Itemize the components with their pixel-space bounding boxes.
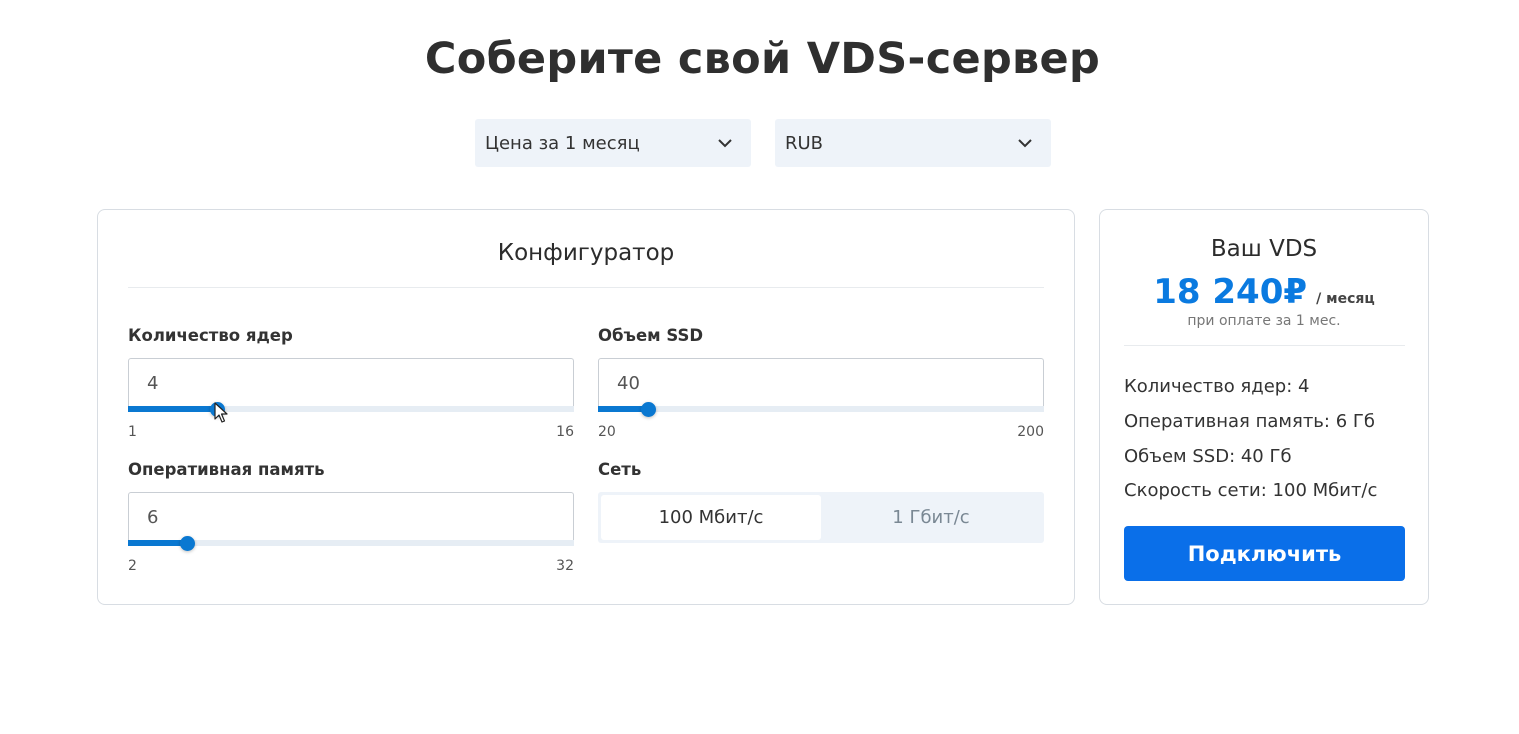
ram-min: 2 — [128, 558, 137, 574]
currency-select-value: RUB — [785, 132, 824, 154]
configurator-heading: Конфигуратор — [497, 240, 675, 266]
network-label: Сеть — [598, 460, 642, 479]
ssd-field: Объем SSD 40 20 200 — [598, 324, 1044, 440]
ram-max: 32 — [556, 558, 574, 574]
divider — [128, 287, 1044, 288]
summary-card: Ваш VDS 18 240₽ / месяц при оплате за 1 … — [1099, 209, 1429, 605]
spec-cores: Количество ядер: 4 — [1124, 376, 1310, 397]
ram-field: Оперативная память 6 2 32 — [128, 458, 574, 574]
configurator-card: Конфигуратор Количество ядер 4 1 16 Объе… — [97, 209, 1075, 605]
ssd-label: Объем SSD — [598, 326, 704, 345]
ram-label: Оперативная память — [128, 460, 325, 479]
cores-max: 16 — [556, 424, 574, 440]
network-option-100mbit[interactable]: 100 Мбит/с — [601, 495, 821, 540]
ram-input[interactable]: 6 — [128, 492, 574, 542]
spec-ram: Оперативная память: 6 Гб — [1124, 411, 1375, 432]
period-select[interactable]: Цена за 1 месяц — [475, 119, 751, 167]
currency-select[interactable]: RUB — [775, 119, 1051, 167]
network-field: Сеть 100 Мбит/с 1 Гбит/с — [598, 458, 1044, 543]
cores-input[interactable]: 4 — [128, 358, 574, 408]
cores-slider-handle[interactable] — [210, 402, 226, 417]
period-select-value: Цена за 1 месяц — [485, 132, 640, 154]
chevron-down-icon — [718, 139, 732, 148]
page-title: Соберите свой VDS-сервер — [424, 34, 1101, 84]
ssd-input[interactable]: 40 — [598, 358, 1044, 408]
cores-slider-fill — [128, 406, 218, 412]
price-row: 18 240₽ / месяц — [1100, 272, 1428, 312]
ram-slider-handle[interactable] — [180, 536, 196, 551]
cores-field: Количество ядер 4 1 16 — [128, 324, 574, 440]
cores-label: Количество ядер — [128, 326, 293, 345]
network-toggle: 100 Мбит/с 1 Гбит/с — [598, 492, 1044, 543]
chevron-down-icon — [1018, 139, 1032, 148]
network-option-1gbit[interactable]: 1 Гбит/с — [821, 495, 1041, 540]
ssd-range: 20 200 — [598, 424, 1044, 440]
spec-network: Скорость сети: 100 Мбит/с — [1124, 480, 1378, 501]
divider — [1124, 345, 1405, 346]
ssd-slider[interactable] — [598, 402, 1044, 417]
cores-slider[interactable] — [128, 402, 574, 417]
spec-ssd: Объем SSD: 40 Гб — [1124, 446, 1292, 467]
price-note: при оплате за 1 мес. — [1187, 313, 1341, 329]
ssd-max: 200 — [1017, 424, 1044, 440]
cores-min: 1 — [128, 424, 137, 440]
ssd-slider-handle[interactable] — [640, 402, 656, 417]
price-value: 18 240 — [1153, 272, 1284, 312]
summary-title: Ваш VDS — [1210, 236, 1318, 262]
price-period: / месяц — [1316, 291, 1375, 307]
ruble-sign: ₽ — [1283, 272, 1308, 312]
cores-range: 1 16 — [128, 424, 574, 440]
page: Соберите свой VDS-сервер Цена за 1 месяц… — [0, 0, 1519, 734]
connect-button[interactable]: Подключить — [1124, 526, 1405, 581]
ram-slider-fill — [128, 540, 188, 546]
ram-range: 2 32 — [128, 558, 574, 574]
ssd-min: 20 — [598, 424, 616, 440]
ram-slider[interactable] — [128, 536, 574, 551]
